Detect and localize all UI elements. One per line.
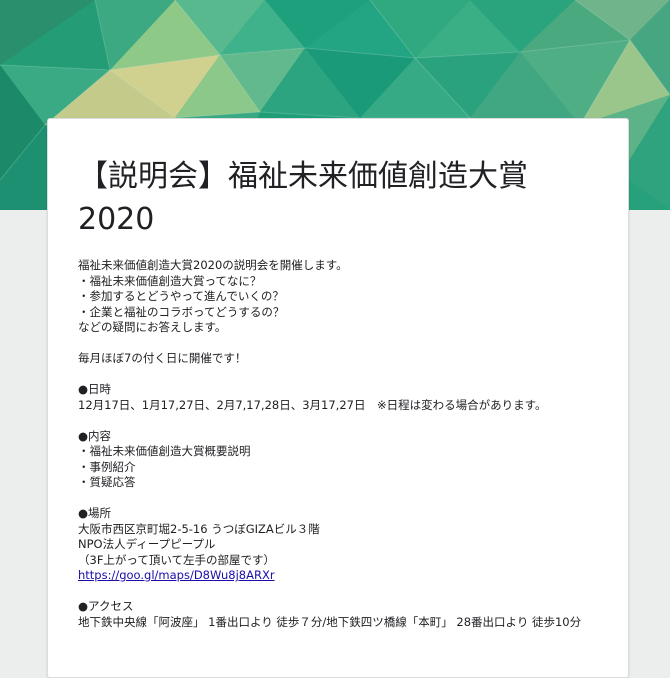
map-link[interactable]: https://goo.gl/maps/D8Wu8j8ARXr [78,568,275,582]
description-line: ・福祉未来価値創造大賞ってなに？ [78,273,262,288]
date-heading: ●日時 [78,382,112,396]
description-line: ・参加するとどうやって進んでいくの？ [78,289,284,303]
form-description: 福祉未来価値創造大賞2020の説明会を開催します。 ・福祉未来価値創造大賞ってな… [78,258,623,630]
description-line: などの疑問にお答えします。 [78,320,227,334]
organization-text: NPO法人ディープピープル [78,537,216,551]
access-text: 地下鉄中央線「阿波座」 1番出口より 徒歩７分/地下鉄四ツ橋線「本町」 28番出… [78,614,582,629]
direction-text: （3F上がって頂いて左手の部屋です） [78,552,276,567]
map-link-line: https://goo.gl/maps/D8Wu8j8ARXr [78,568,623,584]
place-heading: ●場所 [78,506,112,520]
address-text: 大阪市西区京町堀2-5-16 うつぼGIZAビル３階 [78,521,320,536]
content-item: ・質疑応答 [78,475,136,489]
content-item: ・福祉未来価値創造大賞概要説明 [78,444,251,458]
content-item: ・事例紹介 [78,459,136,474]
date-list: 12月17日、1月17,27日、2月7,17,28日、3月17,27日 ※日程は… [78,397,547,412]
description-line: 福祉未来価値創造大賞2020の説明会を開催します。 [78,258,348,272]
description-line: ・企業と福祉のコラボってどうするの？ [78,304,285,319]
form-header-card: 【説明会】福祉未来価値創造大賞2020 福祉未来価値創造大賞2020の説明会を開… [47,118,629,678]
form-title: 【説明会】福祉未来価値創造大賞2020 [78,159,528,237]
content-heading: ●内容 [78,428,112,443]
access-heading: ●アクセス [78,599,134,613]
description-line: 毎月ほぼ7の付く日に開催です！ [78,351,247,365]
